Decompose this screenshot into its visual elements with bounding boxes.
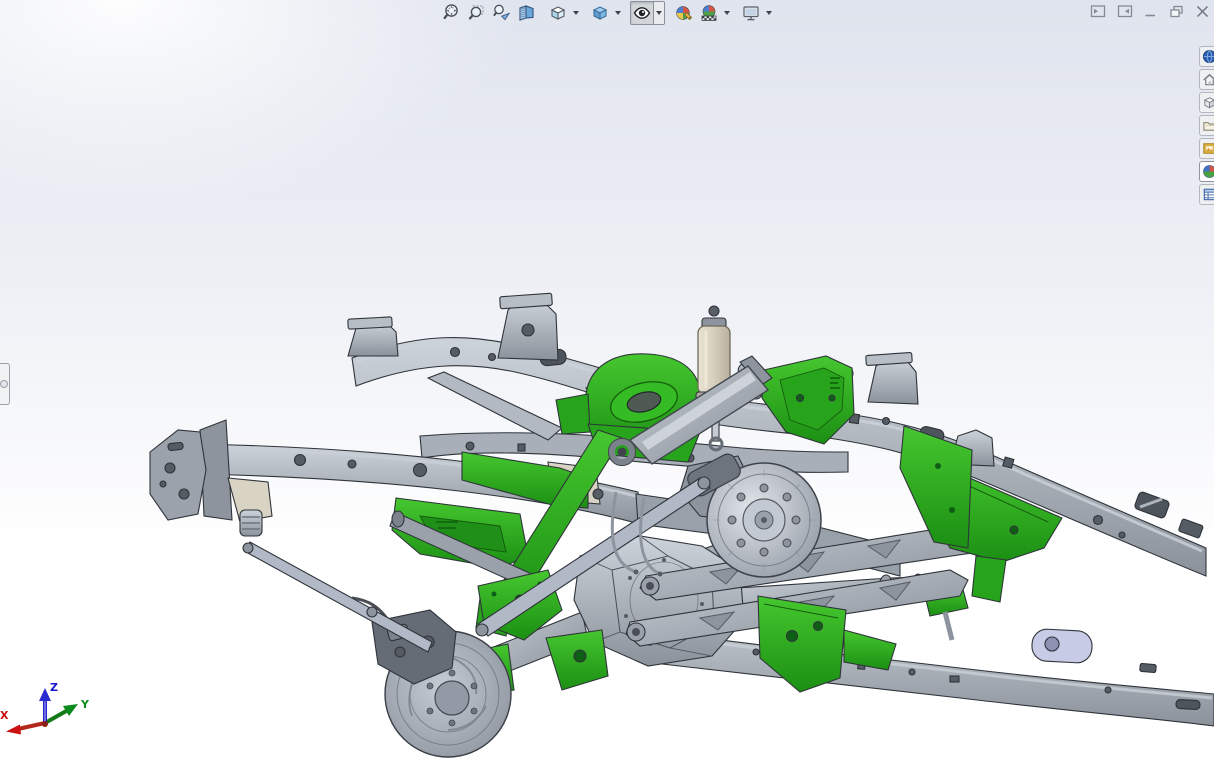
close-button[interactable] <box>1193 3 1212 19</box>
view-orientation-button[interactable] <box>546 1 570 25</box>
triad-x-axis: X <box>0 709 45 735</box>
flyout-circle-icon <box>0 380 8 388</box>
task-pane-tab-custom-properties[interactable] <box>1199 184 1214 205</box>
collapsed-panel-tab[interactable] <box>0 363 10 405</box>
view-orientation-dropdown[interactable] <box>571 2 581 24</box>
monitor-icon <box>741 3 761 23</box>
properties-table-icon <box>1202 187 1214 202</box>
view-orientation-cube-icon <box>548 3 568 23</box>
zoom-to-area-button[interactable] <box>465 1 489 25</box>
library-box-icon <box>1202 95 1214 110</box>
triad-z-label: Z <box>50 681 58 694</box>
collapse-pane-right-button[interactable] <box>1115 3 1134 19</box>
apply-scene-dropdown[interactable] <box>722 2 732 24</box>
collapse-pane-left-icon <box>1090 4 1107 19</box>
collapse-pane-right-icon <box>1116 4 1133 19</box>
home-icon <box>1202 72 1214 87</box>
apply-scene-button[interactable] <box>697 1 721 25</box>
previous-view-icon <box>492 3 512 23</box>
view-palette-icon <box>1202 141 1214 156</box>
triad-y-label: Y <box>80 698 90 711</box>
display-style-cube-icon <box>590 3 610 23</box>
task-pane-tab-design-library[interactable] <box>1199 92 1214 113</box>
view-settings-button[interactable] <box>739 1 763 25</box>
chevron-down-icon <box>656 11 662 15</box>
heads-up-view-toolbar <box>440 1 774 25</box>
hide-show-items-group <box>630 1 665 25</box>
collapse-pane-left-button[interactable] <box>1089 3 1108 19</box>
appearances-sphere-icon <box>1202 164 1214 179</box>
triad-origin <box>42 721 48 727</box>
task-pane-tab-strip <box>1199 46 1214 207</box>
triad-x-label: X <box>0 709 9 722</box>
task-pane-tab-file-explorer[interactable] <box>1199 115 1214 136</box>
task-pane-tab-view-palette[interactable] <box>1199 138 1214 159</box>
hide-show-items-button[interactable] <box>631 2 653 24</box>
view-settings-dropdown[interactable] <box>764 2 774 24</box>
minimize-icon <box>1143 4 1158 19</box>
previous-view-button[interactable] <box>490 1 514 25</box>
hide-show-items-dropdown[interactable] <box>653 2 664 24</box>
chevron-down-icon <box>573 11 579 15</box>
restore-icon <box>1168 4 1185 19</box>
zoom-to-fit-icon <box>442 3 462 23</box>
task-pane-tab-web-resources[interactable] <box>1199 46 1214 67</box>
display-style-button[interactable] <box>588 1 612 25</box>
folder-icon <box>1202 118 1214 133</box>
display-style-dropdown[interactable] <box>613 2 623 24</box>
section-view-button[interactable] <box>515 1 539 25</box>
zoom-to-area-icon <box>467 3 487 23</box>
chevron-down-icon <box>766 11 772 15</box>
close-icon <box>1195 4 1210 19</box>
task-pane-tab-resources-home[interactable] <box>1199 69 1214 90</box>
appearance-sphere-pencil-icon <box>674 3 694 23</box>
section-view-icon <box>517 3 537 23</box>
edit-appearance-button[interactable] <box>672 1 696 25</box>
chevron-down-icon <box>615 11 621 15</box>
chassis-model[interactable] <box>0 0 1214 772</box>
globe-icon <box>1202 49 1214 64</box>
zoom-to-fit-button[interactable] <box>440 1 464 25</box>
task-pane-tab-appearances-scenes[interactable] <box>1199 161 1214 182</box>
restore-button[interactable] <box>1167 3 1186 19</box>
graphics-area[interactable] <box>0 0 1214 772</box>
orientation-triad[interactable]: X Y Z <box>0 680 100 772</box>
scene-sphere-icon <box>699 3 719 23</box>
window-controls <box>1089 3 1212 19</box>
minimize-button[interactable] <box>1141 3 1160 19</box>
eye-icon <box>632 3 652 23</box>
application-window: { "heads_up_toolbar": { "buttons": [ {"i… <box>0 0 1214 772</box>
triad-y-axis: Y <box>45 698 90 723</box>
chevron-down-icon <box>724 11 730 15</box>
